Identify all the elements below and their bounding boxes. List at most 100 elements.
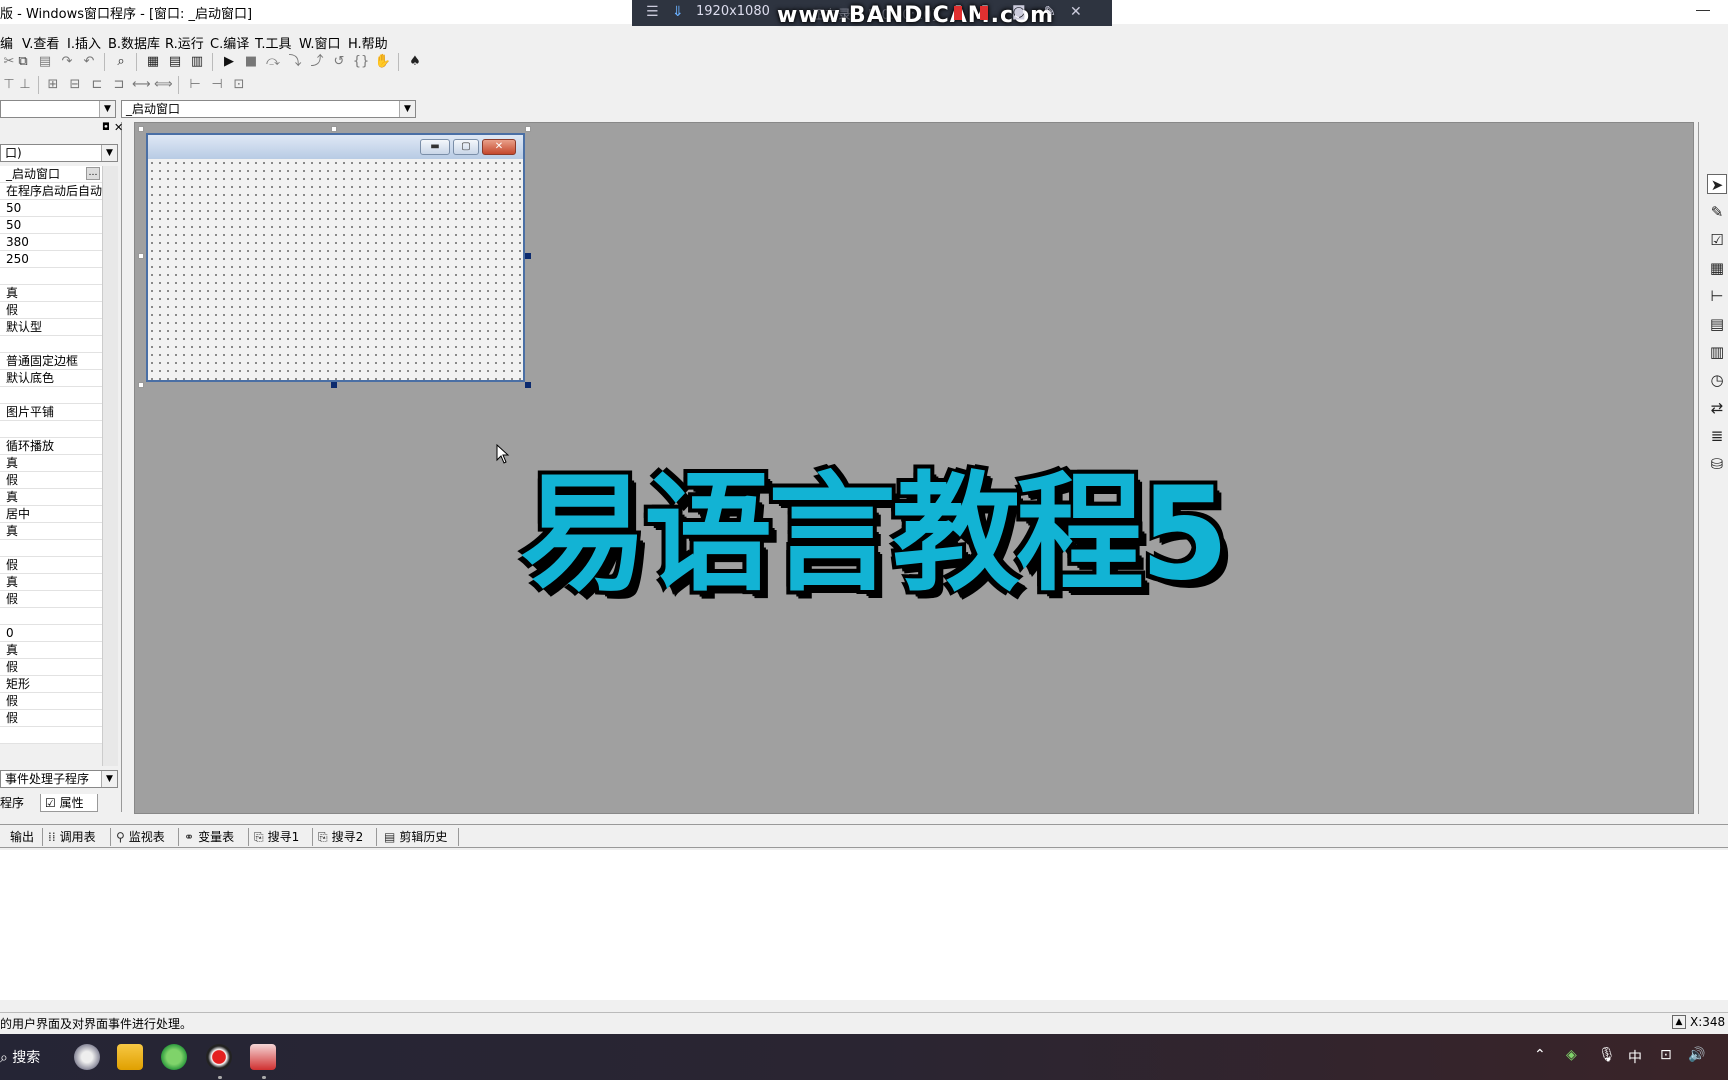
property-row[interactable]: 矩形	[0, 676, 102, 693]
layout1-icon[interactable]: ▦	[144, 53, 162, 71]
property-row[interactable]	[0, 540, 102, 557]
nvidia-icon[interactable]: ◈	[1566, 1047, 1577, 1063]
pointer-icon[interactable]: ➤	[1707, 174, 1727, 194]
object-combo[interactable]: 口) ▼	[0, 144, 118, 162]
step-out-icon[interactable]: ↺	[330, 53, 348, 71]
grid-icon[interactable]: ▦	[1707, 258, 1727, 278]
pause-icon[interactable]	[954, 6, 962, 20]
chevron-up-icon[interactable]: ⌃	[1534, 1047, 1546, 1063]
tab-watch[interactable]: ⚲ 监视表	[116, 828, 165, 845]
browser-icon[interactable]	[161, 1044, 187, 1070]
resize-handle[interactable]	[525, 253, 531, 259]
resize-handle[interactable]	[138, 126, 144, 132]
menu-view[interactable]: V.查看	[22, 33, 59, 52]
menu-window[interactable]: W.窗口	[299, 33, 341, 52]
microphone-icon[interactable]: 🎙	[1598, 1047, 1616, 1063]
size-height-icon[interactable]: ⊣	[208, 76, 226, 94]
run-icon[interactable]: ▶	[220, 53, 238, 71]
resize-handle[interactable]	[525, 126, 531, 132]
e-language-icon[interactable]	[250, 1044, 276, 1070]
property-row[interactable]: 380	[0, 234, 102, 251]
property-row[interactable]: 250	[0, 251, 102, 268]
property-row[interactable]: 真	[0, 574, 102, 591]
copy-icon[interactable]: ⧉	[14, 53, 32, 71]
stop-icon[interactable]	[980, 6, 988, 20]
property-row[interactable]: 在程序启动后自动	[0, 183, 102, 200]
center-h-icon[interactable]: ⊞	[44, 76, 62, 94]
tab-call-table[interactable]: ⁞⁞ 调用表	[48, 828, 96, 845]
space-v-icon[interactable]: ⟺	[154, 76, 173, 94]
table-icon[interactable]: ▤	[1707, 314, 1727, 334]
step-icon[interactable]: ⤼	[264, 53, 282, 71]
list-icon[interactable]: ≣	[1707, 426, 1727, 446]
property-row[interactable]: 居中	[0, 506, 102, 523]
menu-compile[interactable]: C.编译	[210, 33, 249, 52]
property-row[interactable]: 默认型	[0, 319, 102, 336]
property-row[interactable]: 50	[0, 217, 102, 234]
edit-box-icon[interactable]: ✎	[1707, 202, 1727, 222]
property-row[interactable]: 真	[0, 455, 102, 472]
weather-icon[interactable]	[74, 1044, 100, 1070]
ruler-icon[interactable]: ⊢	[1707, 286, 1727, 306]
property-row[interactable]: 假	[0, 472, 102, 489]
tab-properties[interactable]: ☑ 属性	[40, 794, 98, 812]
property-row[interactable]	[0, 727, 102, 744]
property-row[interactable]: 假	[0, 659, 102, 676]
size-width-icon[interactable]: ⊢	[186, 76, 204, 94]
tab-variables[interactable]: ⚭ 变量表	[184, 828, 234, 845]
layout3-icon[interactable]: ▥	[188, 53, 206, 71]
binoculars-icon[interactable]: ♠	[406, 53, 424, 71]
resize-handle[interactable]	[331, 382, 337, 388]
pen-icon[interactable]: ✎	[1044, 4, 1056, 20]
caret-up-icon[interactable]: ▲	[1672, 1015, 1686, 1029]
volume-icon[interactable]: 🔊	[1688, 1047, 1705, 1063]
undo-icon[interactable]: ↶	[80, 53, 98, 71]
menu-edit[interactable]: 编	[0, 33, 13, 52]
network-icon[interactable]: ⊡	[1660, 1047, 1672, 1063]
event-combo[interactable]: 事件处理子程序 ▼	[0, 770, 118, 788]
property-row[interactable]: 假	[0, 710, 102, 727]
minimize-button[interactable]	[1696, 10, 1710, 11]
menu-icon[interactable]: ☰	[646, 4, 659, 20]
resize-handle[interactable]	[138, 382, 144, 388]
menu-help[interactable]: H.帮助	[348, 33, 388, 52]
property-row[interactable]: 普通固定边框	[0, 353, 102, 370]
checkbox-icon[interactable]: ☑	[1707, 230, 1727, 250]
property-row[interactable]: 循环播放	[0, 438, 102, 455]
camera-icon[interactable]: ◙	[1012, 4, 1026, 20]
hand-icon[interactable]: ✋	[374, 53, 392, 71]
step-into-icon[interactable]: ⤵	[286, 53, 304, 71]
menu-insert[interactable]: I.插入	[67, 33, 101, 52]
tab-output[interactable]: 输出	[10, 828, 34, 845]
stop-icon[interactable]: ■	[242, 53, 260, 71]
ellipsis-button[interactable]: …	[86, 167, 100, 180]
property-row[interactable]	[0, 336, 102, 353]
ime-indicator[interactable]: 中	[1628, 1047, 1642, 1067]
property-row[interactable]: 真	[0, 285, 102, 302]
resize-handle[interactable]	[331, 126, 337, 132]
property-row[interactable]: 假	[0, 591, 102, 608]
property-row[interactable]: 假	[0, 302, 102, 319]
property-row[interactable]	[0, 421, 102, 438]
database-icon[interactable]: ⛁	[1707, 454, 1727, 474]
network-icon[interactable]: ⇄	[1707, 398, 1727, 418]
close-icon[interactable]: ✕	[1070, 4, 1082, 20]
tab-clip-history[interactable]: ▤ 剪辑历史	[384, 828, 447, 845]
property-row[interactable]: 50	[0, 200, 102, 217]
tab-program[interactable]: 程序	[0, 794, 40, 812]
space-h-icon[interactable]: ⟷	[132, 76, 151, 94]
property-row[interactable]: 真	[0, 642, 102, 659]
redo-icon[interactable]: ↷	[58, 53, 76, 71]
output-area[interactable]	[0, 850, 1728, 1000]
property-row[interactable]: 假	[0, 557, 102, 574]
property-scrollbar[interactable]	[102, 166, 118, 766]
pin-icon[interactable]: ⇓	[672, 4, 684, 20]
center-v-icon[interactable]: ⊟	[66, 76, 84, 94]
align-bottom-icon[interactable]: ⊥	[16, 76, 34, 94]
file-explorer-icon[interactable]	[117, 1044, 143, 1070]
property-row[interactable]	[0, 387, 102, 404]
close-icon[interactable]: ✕	[114, 121, 123, 134]
property-row[interactable]	[0, 268, 102, 285]
menu-tools[interactable]: T.工具	[255, 33, 292, 52]
layout2-icon[interactable]: ▤	[166, 53, 184, 71]
